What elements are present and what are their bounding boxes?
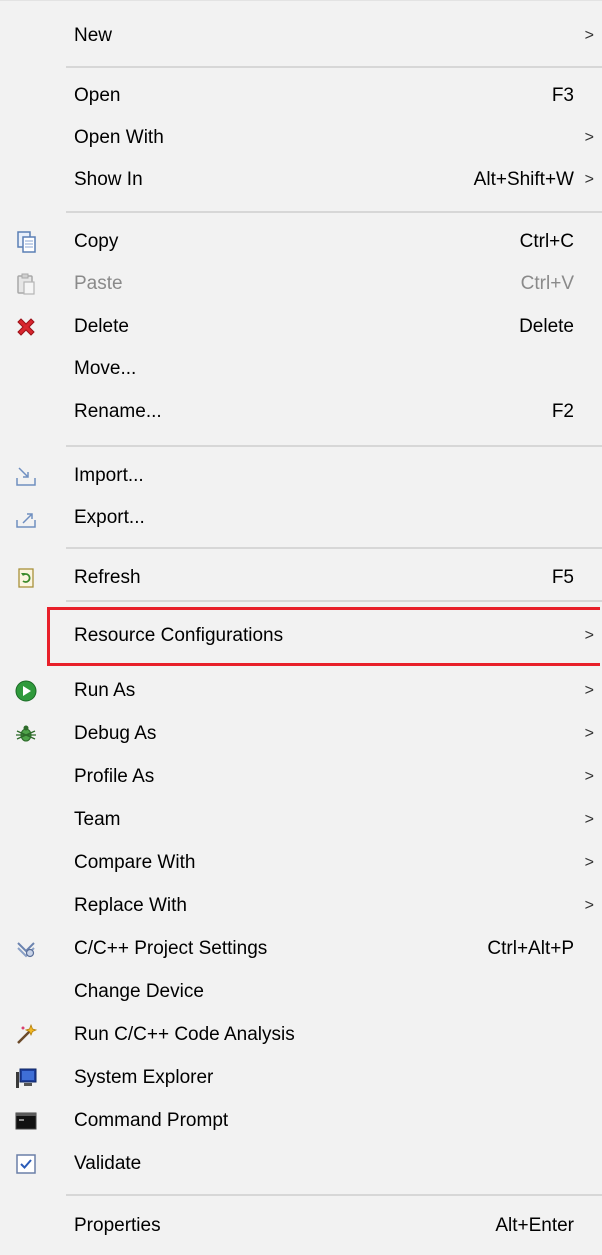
submenu-arrow-icon: > <box>584 854 594 871</box>
export-icon <box>14 506 38 530</box>
validate-checkbox-icon <box>14 1152 38 1176</box>
menu-item-compare-with[interactable]: Compare With > <box>0 843 602 883</box>
menu-item-export[interactable]: Export... <box>0 498 602 538</box>
menu-separator <box>66 600 602 602</box>
highlight-box <box>47 607 600 666</box>
submenu-arrow-icon: > <box>584 725 594 742</box>
submenu-arrow-icon: > <box>584 682 594 699</box>
menu-item-system-explorer[interactable]: System Explorer <box>0 1058 602 1098</box>
paste-icon <box>14 272 38 296</box>
menu-item-shortcut: F3 <box>551 85 574 106</box>
menu-item-debug-as[interactable]: Debug As > <box>0 714 602 754</box>
delete-icon <box>14 315 38 339</box>
menu-item-label: Show In <box>74 169 143 190</box>
menu-item-label: Delete <box>74 316 129 337</box>
submenu-arrow-icon: > <box>584 27 594 44</box>
menu-item-label: Properties <box>74 1215 161 1236</box>
menu-item-shortcut: Ctrl+V <box>520 273 574 294</box>
menu-item-label: Profile As <box>74 766 155 787</box>
menu-item-label: Validate <box>74 1153 142 1174</box>
menu-item-command-prompt[interactable]: Command Prompt <box>0 1101 602 1141</box>
menu-item-run-as[interactable]: Run As > <box>0 671 602 711</box>
menu-item-label: Open <box>74 85 121 106</box>
menu-separator <box>66 547 602 549</box>
project-settings-icon <box>14 937 38 961</box>
menu-item-shortcut: Alt+Enter <box>495 1215 574 1236</box>
menu-item-label: Replace With <box>74 895 187 916</box>
menu-item-label: Team <box>74 809 121 830</box>
menu-item-change-device[interactable]: Change Device <box>0 972 602 1012</box>
menu-item-label: C/C++ Project Settings <box>74 938 268 959</box>
debug-bug-icon <box>14 722 38 746</box>
menu-item-label: Rename... <box>74 401 162 422</box>
menu-item-label: Copy <box>74 231 119 252</box>
menu-item-open[interactable]: Open F3 <box>0 76 602 116</box>
menu-separator <box>66 1194 602 1196</box>
menu-item-copy[interactable]: Copy Ctrl+C <box>0 222 602 262</box>
run-icon <box>14 679 38 703</box>
menu-item-show-in[interactable]: Show In Alt+Shift+W > <box>0 160 602 200</box>
menu-item-refresh[interactable]: Refresh F5 <box>0 558 602 598</box>
context-menu: New > Open F3 Open With > Show In Alt+Sh… <box>0 0 602 1255</box>
menu-item-label: Refresh <box>74 567 141 588</box>
menu-item-shortcut: Alt+Shift+W <box>473 169 574 190</box>
menu-item-properties[interactable]: Properties Alt+Enter <box>0 1206 602 1246</box>
submenu-arrow-icon: > <box>584 811 594 828</box>
menu-separator <box>66 66 602 68</box>
import-icon <box>14 464 38 488</box>
code-analysis-wand-icon <box>14 1023 38 1047</box>
menu-item-run-code-analysis[interactable]: Run C/C++ Code Analysis <box>0 1015 602 1055</box>
menu-item-label: Debug As <box>74 723 157 744</box>
menu-item-label: Import... <box>74 465 144 486</box>
menu-separator <box>66 445 602 447</box>
menu-item-profile-as[interactable]: Profile As > <box>0 757 602 797</box>
menu-item-label: Move... <box>74 358 137 379</box>
menu-item-label: Run As <box>74 680 136 701</box>
submenu-arrow-icon: > <box>584 897 594 914</box>
system-explorer-icon <box>14 1066 38 1090</box>
copy-icon <box>14 230 38 254</box>
menu-item-shortcut: Ctrl+Alt+P <box>487 938 574 959</box>
menu-item-cpp-project-settings[interactable]: C/C++ Project Settings Ctrl+Alt+P <box>0 929 602 969</box>
menu-item-label: Open With <box>74 127 164 148</box>
menu-item-shortcut: Delete <box>519 316 574 337</box>
menu-item-team[interactable]: Team > <box>0 800 602 840</box>
menu-item-label: Run C/C++ Code Analysis <box>74 1024 295 1045</box>
menu-item-shortcut: Ctrl+C <box>519 231 574 252</box>
menu-item-label: New <box>74 25 113 46</box>
menu-item-label: Change Device <box>74 981 204 1002</box>
menu-item-label: Paste <box>74 273 123 294</box>
menu-item-paste[interactable]: Paste Ctrl+V <box>0 264 602 304</box>
submenu-arrow-icon: > <box>584 129 594 146</box>
menu-item-import[interactable]: Import... <box>0 456 602 496</box>
submenu-arrow-icon: > <box>584 171 594 188</box>
menu-item-label: System Explorer <box>74 1067 214 1088</box>
menu-item-shortcut: F5 <box>551 567 574 588</box>
menu-item-replace-with[interactable]: Replace With > <box>0 886 602 926</box>
menu-item-open-with[interactable]: Open With > <box>0 118 602 158</box>
menu-item-new[interactable]: New > <box>0 16 602 56</box>
menu-separator <box>66 211 602 213</box>
submenu-arrow-icon: > <box>584 768 594 785</box>
menu-item-label: Command Prompt <box>74 1110 229 1131</box>
command-prompt-icon <box>14 1109 38 1133</box>
menu-item-move[interactable]: Move... <box>0 349 602 389</box>
menu-item-shortcut: F2 <box>551 401 574 422</box>
menu-item-label: Compare With <box>74 852 196 873</box>
menu-item-rename[interactable]: Rename... F2 <box>0 392 602 432</box>
menu-item-delete[interactable]: Delete Delete <box>0 307 602 347</box>
refresh-icon <box>14 566 38 590</box>
menu-item-validate[interactable]: Validate <box>0 1144 602 1184</box>
menu-item-label: Export... <box>74 507 145 528</box>
